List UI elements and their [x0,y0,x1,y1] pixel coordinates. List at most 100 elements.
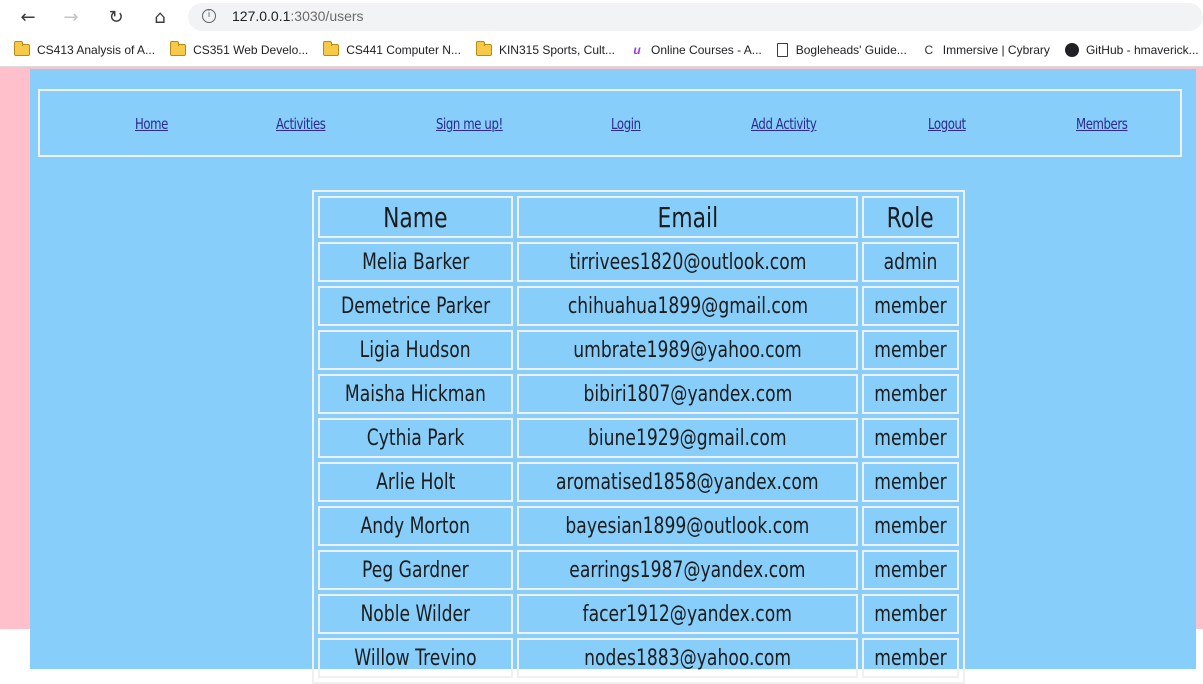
cell-name: Noble Wilder [318,594,514,634]
forward-arrow-icon[interactable]: → [57,4,85,30]
bookmark-github[interactable]: GitHub - hmaverick... [1059,38,1203,62]
table-header-row: Name Email Role [318,196,959,238]
cell-text: member [874,425,947,451]
cell-text: member [874,381,947,407]
url-path: :3030/users [290,8,364,24]
cell-text: Willow Trevino [354,645,477,671]
nav-members-link[interactable]: Members [1076,115,1128,133]
cell-text: Ligia Hudson [360,337,472,363]
cell-text: earrings1987@yandex.com [569,557,806,583]
bookmark-kin315[interactable]: KIN315 Sports, Cult... [470,38,621,62]
table-row: Ligia Hudson umbrate1989@yahoo.com membe… [318,330,959,370]
cell-role: member [861,462,959,502]
cell-text: Andy Morton [360,513,471,539]
cell-text: member [874,337,947,363]
reload-icon[interactable]: ↻ [102,4,130,30]
cell-text: chihuahua1899@gmail.com [567,293,808,319]
page-background: Home Activities Sign me up! Login Add Ac… [0,67,1203,684]
document-icon [776,43,788,57]
header-email-text: Email [657,200,718,234]
cell-email: earrings1987@yandex.com [517,550,858,590]
url-text[interactable]: 127.0.0.1:3030/users [232,8,364,24]
github-icon [1064,43,1079,57]
nav-login-link[interactable]: Login [611,115,641,133]
table-row: Noble Wilder facer1912@yandex.com member [318,594,959,634]
cell-text: umbrate1989@yahoo.com [573,337,802,363]
cell-text: member [874,513,947,539]
cell-text: Maisha Hickman [345,381,487,407]
cell-text: member [874,645,947,671]
url-host: 127.0.0.1 [232,8,291,24]
cell-email: bayesian1899@outlook.com [517,506,858,546]
cell-text: facer1912@yandex.com [582,601,793,627]
nav-logout-link[interactable]: Logout [928,115,966,133]
cell-text: Cythia Park [366,425,465,451]
cell-text: member [874,601,947,627]
cell-email: aromatised1858@yandex.com [517,462,858,502]
nav-home-link[interactable]: Home [135,115,168,133]
cell-name: Cythia Park [318,418,514,458]
cell-text: member [874,293,947,319]
bookmark-cs441[interactable]: CS441 Computer N... [317,38,467,62]
cell-name: Andy Morton [318,506,514,546]
cell-text: aromatised1858@yandex.com [556,469,819,495]
cell-name: Melia Barker [318,242,514,282]
cell-role: member [861,330,959,370]
cell-role: member [861,550,959,590]
cybrary-icon: C [924,43,934,57]
cell-email: nodes1883@yahoo.com [517,638,858,678]
cell-name: Peg Gardner [318,550,514,590]
bookmark-label: CS441 Computer N... [346,43,461,57]
header-role-text: Role [886,200,934,234]
header-email: Email [517,196,858,238]
header-name: Name [318,196,514,238]
header-role: Role [861,196,959,238]
cell-email: facer1912@yandex.com [517,594,858,634]
cell-text: Arlie Holt [375,469,456,495]
home-icon[interactable]: ⌂ [146,4,174,30]
bookmarks-bar: CS413 Analysis of A... CS351 Web Develo.… [0,34,1203,67]
cell-name: Ligia Hudson [318,330,514,370]
cell-name: Demetrice Parker [318,286,514,326]
cell-email: tirrivees1820@outlook.com [517,242,858,282]
folder-icon [170,41,187,56]
cell-role: member [861,418,959,458]
folder-icon [475,41,492,56]
site-info-icon[interactable]: i [202,9,216,23]
bookmark-cs351[interactable]: CS351 Web Develo... [164,38,314,62]
nav-add-activity-link[interactable]: Add Activity [751,115,817,133]
table-row: Peg Gardner earrings1987@yandex.com memb… [318,550,959,590]
site-navbar: Home Activities Sign me up! Login Add Ac… [38,89,1182,157]
users-table: Name Email Role Melia Barker tirrivees18… [312,190,965,684]
bookmark-label: Online Courses - A... [651,43,762,57]
bookmark-bogleheads[interactable]: Bogleheads' Guide... [771,38,913,62]
table-row: Arlie Holt aromatised1858@yandex.com mem… [318,462,959,502]
bookmark-cybrary[interactable]: C Immersive | Cybrary [916,38,1056,62]
cell-text: member [874,469,947,495]
nav-activities-link[interactable]: Activities [276,115,326,133]
back-arrow-icon[interactable]: ← [14,4,42,30]
bookmark-label: GitHub - hmaverick... [1085,43,1199,57]
content-container: Home Activities Sign me up! Login Add Ac… [30,69,1196,684]
bookmark-label: KIN315 Sports, Cult... [498,43,616,57]
bookmark-online-courses[interactable]: u Online Courses - A... [624,38,768,62]
cell-email: bibiri1807@yandex.com [517,374,858,414]
nav-signup-link[interactable]: Sign me up! [436,115,503,133]
table-row: Andy Morton bayesian1899@outlook.com mem… [318,506,959,546]
table-row: Cythia Park biune1929@gmail.com member [318,418,959,458]
cell-text: bayesian1899@outlook.com [565,513,810,539]
cell-text: Noble Wilder [360,601,471,627]
cell-name: Arlie Holt [318,462,514,502]
cell-name: Willow Trevino [318,638,514,678]
address-bar[interactable]: i 127.0.0.1:3030/users [188,3,1203,31]
bookmark-label: Immersive | Cybrary [942,43,1050,57]
cell-role: member [861,638,959,678]
cell-role: member [861,506,959,546]
table-row: Maisha Hickman bibiri1807@yandex.com mem… [318,374,959,414]
cell-role: member [861,594,959,634]
table-row: Willow Trevino nodes1883@yahoo.com membe… [318,638,959,678]
bookmark-cs413[interactable]: CS413 Analysis of A... [8,38,161,62]
header-name-text: Name [383,200,448,234]
cell-email: biune1929@gmail.com [517,418,858,458]
cell-text: Peg Gardner [362,557,469,583]
